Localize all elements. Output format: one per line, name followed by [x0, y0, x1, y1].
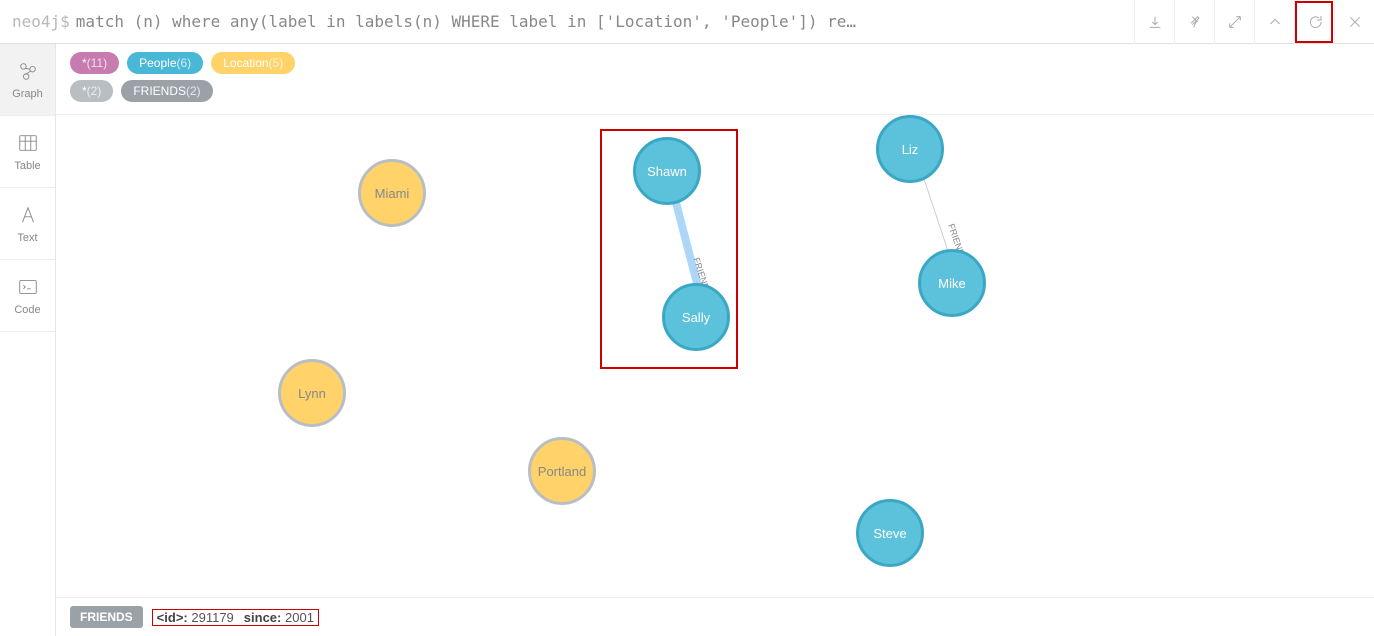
selection-type-badge: FRIENDS: [70, 606, 143, 628]
prop-val-since: 2001: [285, 610, 314, 625]
prop-key-since: since:: [244, 610, 282, 625]
node-people-steve[interactable]: Steve: [856, 499, 924, 567]
prop-key-id: <id>:: [157, 610, 188, 625]
prop-val-id: 291179: [191, 610, 233, 625]
text-icon: [17, 204, 39, 226]
view-tab-text[interactable]: Text: [0, 188, 55, 260]
view-sidebar: Graph Table Text Code: [0, 44, 56, 636]
table-icon: [17, 132, 39, 154]
code-icon: [17, 276, 39, 298]
query-bar: neo4j$ match (n) where any(label in labe…: [0, 0, 1374, 44]
shell-prompt: neo4j$: [12, 12, 70, 31]
view-tab-table[interactable]: Table: [0, 116, 55, 188]
edges-layer: FRIENDS FRIENDS: [56, 115, 1374, 597]
download-button[interactable]: [1134, 0, 1174, 44]
graph-canvas[interactable]: FRIENDS FRIENDS Miami Lynn Portland Shaw…: [56, 115, 1374, 597]
result-toolbar: [1134, 0, 1374, 43]
node-people-sally[interactable]: Sally: [662, 283, 730, 351]
graph-icon: [17, 60, 39, 82]
legend: *(11) People(6) Location(5) *(2) FRIENDS…: [56, 44, 1374, 115]
view-tab-label: Text: [17, 232, 37, 244]
view-tab-code[interactable]: Code: [0, 260, 55, 332]
view-tab-graph[interactable]: Graph: [0, 44, 55, 116]
rerun-button[interactable]: [1294, 0, 1334, 44]
node-people-shawn[interactable]: Shawn: [633, 137, 701, 205]
legend-pill-friends[interactable]: FRIENDS(2): [121, 80, 212, 102]
node-people-liz[interactable]: Liz: [876, 115, 944, 183]
view-tab-label: Code: [14, 304, 40, 316]
legend-pill-people[interactable]: People(6): [127, 52, 203, 74]
node-location-portland[interactable]: Portland: [528, 437, 596, 505]
expand-button[interactable]: [1214, 0, 1254, 44]
view-tab-label: Graph: [12, 88, 43, 100]
legend-pill-all-nodes[interactable]: *(11): [70, 52, 119, 74]
legend-pill-location[interactable]: Location(5): [211, 52, 295, 74]
legend-rel-types: *(2) FRIENDS(2): [70, 80, 1360, 102]
pin-button[interactable]: [1174, 0, 1214, 44]
view-tab-label: Table: [14, 160, 40, 172]
node-location-miami[interactable]: Miami: [358, 159, 426, 227]
selection-properties: <id>: 291179 since: 2001: [153, 610, 318, 625]
selection-footer: FRIENDS <id>: 291179 since: 2001: [56, 597, 1374, 636]
legend-pill-all-rels[interactable]: *(2): [70, 80, 113, 102]
close-button[interactable]: [1334, 0, 1374, 44]
collapse-up-button[interactable]: [1254, 0, 1294, 44]
node-people-mike[interactable]: Mike: [918, 249, 986, 317]
node-location-lynn[interactable]: Lynn: [278, 359, 346, 427]
query-text[interactable]: match (n) where any(label in labels(n) W…: [76, 12, 1134, 31]
legend-node-labels: *(11) People(6) Location(5): [70, 52, 1360, 74]
